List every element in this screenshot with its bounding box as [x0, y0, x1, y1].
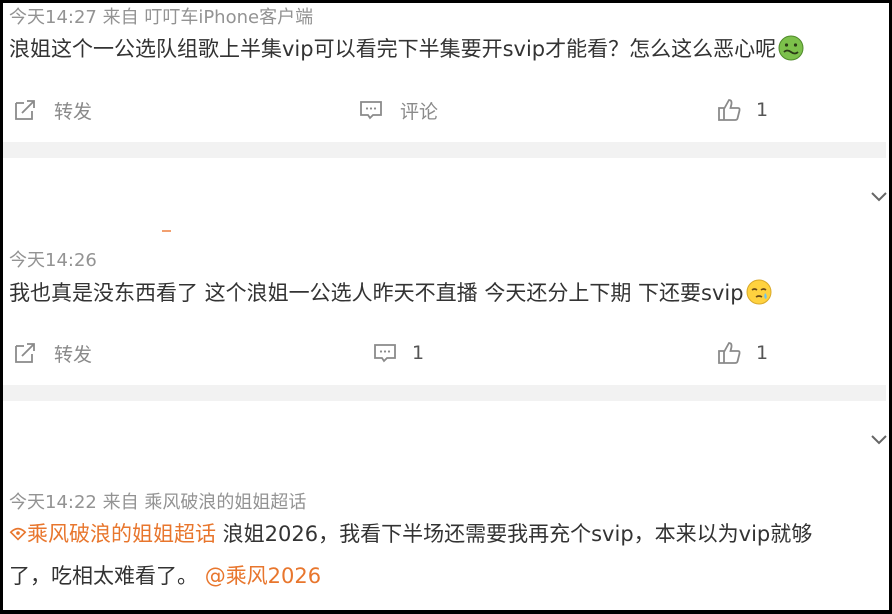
screenshot-border [0, 0, 892, 614]
